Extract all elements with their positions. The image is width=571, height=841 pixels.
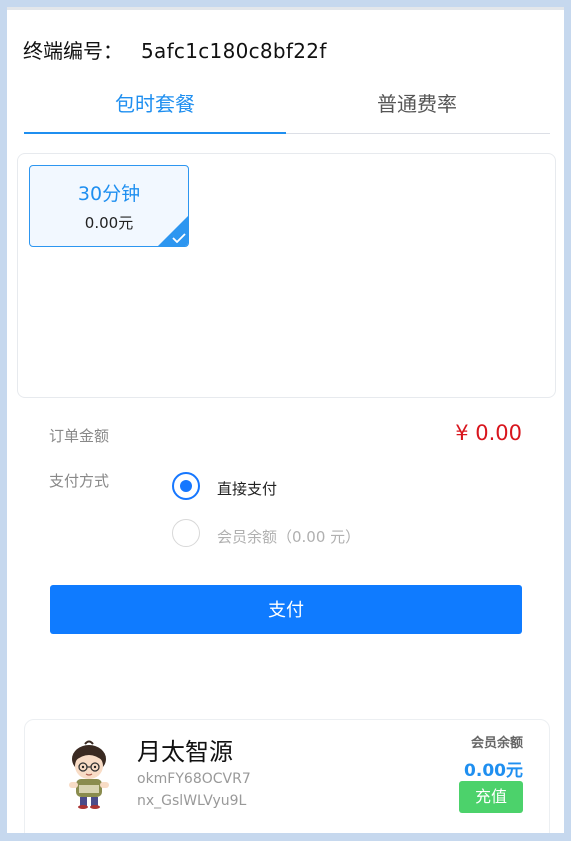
member-balance-value: 0.00元 xyxy=(464,761,523,781)
member-balance-label: 会员余额 xyxy=(470,736,523,751)
package-card[interactable]: 30分钟 0.00元 xyxy=(29,165,189,247)
order-amount-value: ¥ 0.00 xyxy=(455,421,522,445)
package-name: 30分钟 xyxy=(77,183,141,205)
page-frame: 终端编号： 5afc1c180c8bf22f 包时套餐 普通费率 30分钟 0.0… xyxy=(7,7,564,833)
active-tab-indicator xyxy=(24,132,286,134)
member-openid: okmFY68OCVR7 nx_GslWLVyu9L xyxy=(137,768,251,812)
terminal-id: 5afc1c180c8bf22f xyxy=(141,39,327,63)
avatar xyxy=(69,740,109,809)
openid-line-1: okmFY68OCVR7 xyxy=(137,771,251,787)
terminal-label: 终端编号： xyxy=(23,39,123,63)
check-icon xyxy=(172,233,186,243)
direct-pay-label[interactable]: 直接支付 xyxy=(217,478,277,499)
openid-line-2: nx_GslWLVyu9L xyxy=(137,793,247,809)
payment-method-label: 支付方式 xyxy=(49,472,110,490)
member-nickname: 月太智源 xyxy=(137,738,233,766)
tab-hourly-package[interactable]: 包时套餐 xyxy=(24,85,286,133)
tab-bar: 包时套餐 普通费率 xyxy=(24,85,550,134)
member-card: 月太智源 okmFY68OCVR7 nx_GslWLVyu9L 会员余额 0.0… xyxy=(24,719,550,833)
pay-button[interactable]: 支付 xyxy=(50,585,522,634)
top-divider xyxy=(7,7,564,10)
package-panel: 30分钟 0.00元 xyxy=(17,153,556,398)
member-balance-pay-label[interactable]: 会员余额（0.00 元） xyxy=(217,526,360,547)
terminal-info: 终端编号： 5afc1c180c8bf22f xyxy=(23,35,327,64)
recharge-button[interactable]: 充值 xyxy=(459,781,523,813)
direct-pay-radio[interactable] xyxy=(172,472,200,500)
tab-standard-rate[interactable]: 普通费率 xyxy=(286,85,548,133)
order-amount-label: 订单金额 xyxy=(49,427,110,445)
radio-dot xyxy=(180,480,192,492)
member-balance-radio[interactable] xyxy=(172,519,200,547)
